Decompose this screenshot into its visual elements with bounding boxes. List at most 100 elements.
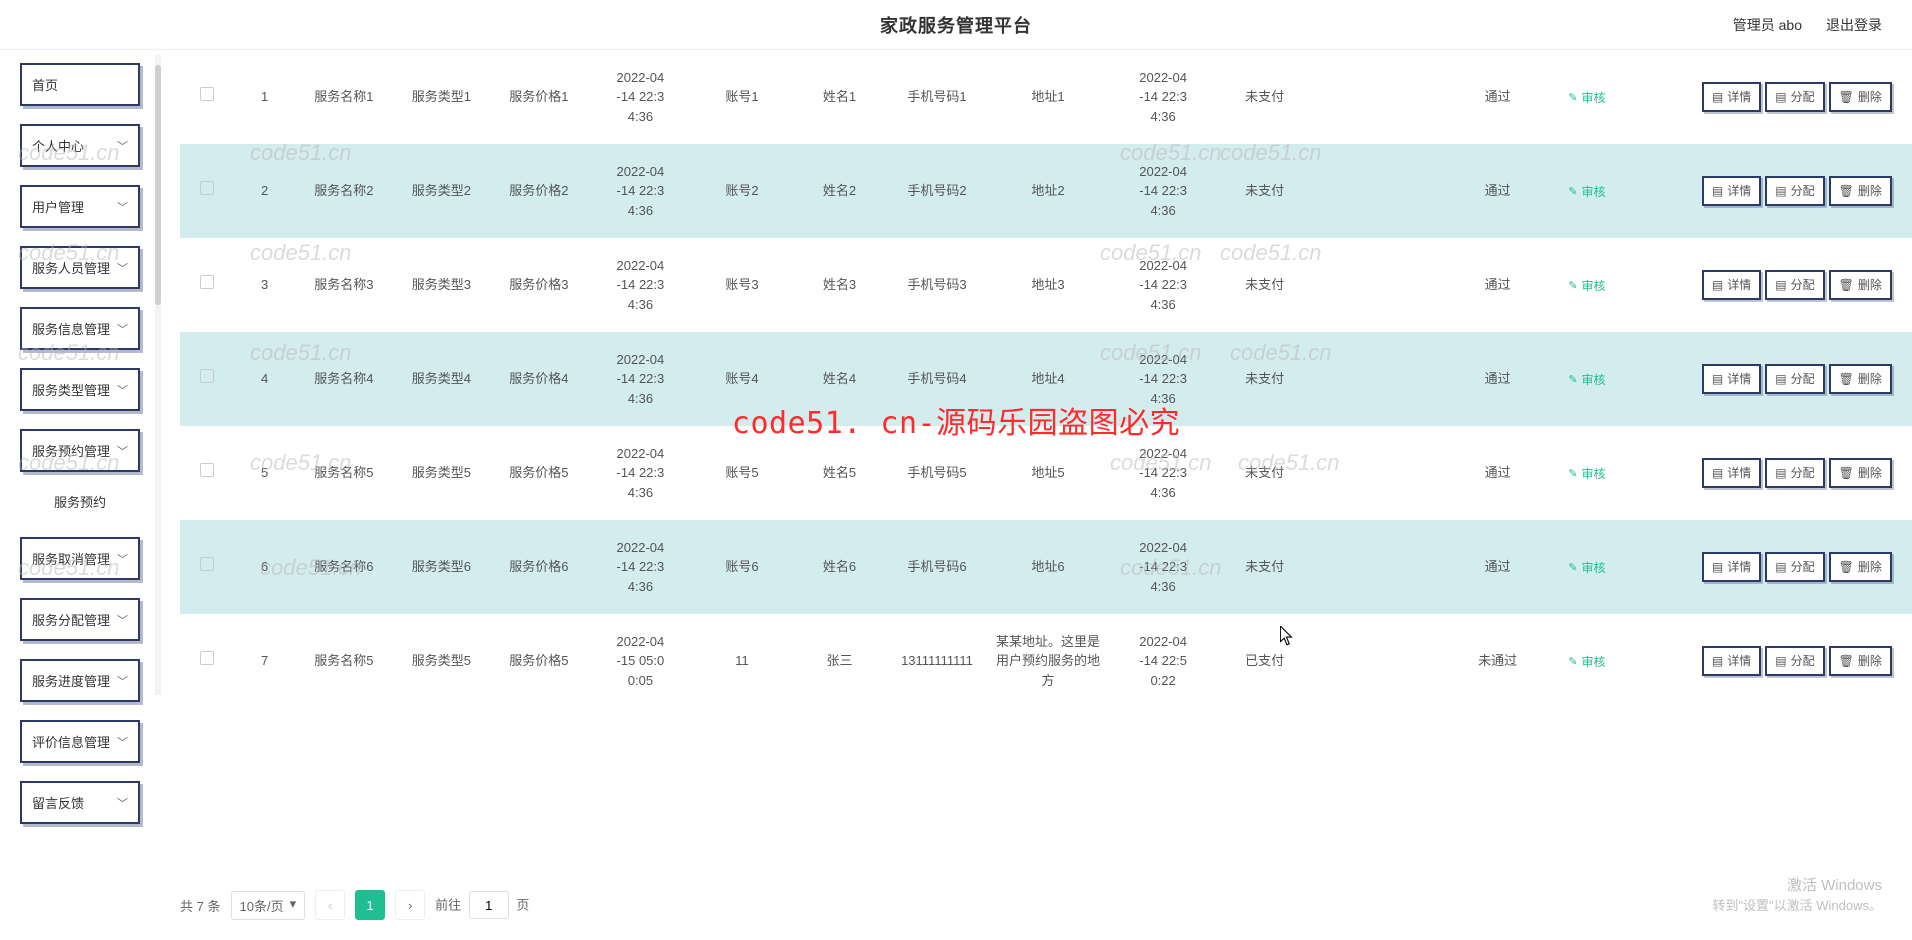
- row-checkbox[interactable]: [200, 463, 214, 477]
- checkbox-cell: [180, 332, 234, 426]
- audit-link[interactable]: ✎审核: [1568, 559, 1605, 577]
- sidebar-subitem[interactable]: 服务预约: [20, 484, 140, 519]
- sidebar-scrollbar[interactable]: [155, 55, 161, 695]
- trash-icon: 🗑: [1839, 370, 1854, 388]
- sidebar-item-0[interactable]: 首页: [20, 63, 140, 106]
- sidebar-item-1[interactable]: 个人中心﹀: [20, 124, 140, 167]
- list-icon: ▤: [1712, 652, 1723, 670]
- phone-cell: 手机号码2: [888, 144, 986, 238]
- delete-button[interactable]: 🗑删除: [1829, 82, 1892, 112]
- assign-button[interactable]: ▤分配: [1765, 176, 1824, 206]
- detail-button[interactable]: ▤详情: [1702, 176, 1761, 206]
- delete-button[interactable]: 🗑删除: [1829, 458, 1892, 488]
- detail-button[interactable]: ▤详情: [1702, 646, 1761, 676]
- sidebar-item-label: 服务取消管理: [32, 549, 110, 568]
- assign-button[interactable]: ▤分配: [1765, 270, 1824, 300]
- delete-button[interactable]: 🗑删除: [1829, 552, 1892, 582]
- user-label[interactable]: 管理员 abo: [1733, 15, 1802, 35]
- row-checkbox[interactable]: [200, 87, 214, 101]
- edit-icon: ✎: [1568, 654, 1577, 671]
- phone-cell: 手机号码5: [888, 426, 986, 520]
- delete-button[interactable]: 🗑删除: [1829, 364, 1892, 394]
- checkbox-cell: [180, 238, 234, 332]
- page-1-button[interactable]: 1: [355, 890, 385, 920]
- assign-button[interactable]: ▤分配: [1765, 364, 1824, 394]
- edit-icon: ✎: [1568, 278, 1577, 295]
- row-checkbox[interactable]: [200, 651, 214, 665]
- time1-cell: 2022-04 -15 05:0 0:05: [588, 614, 694, 708]
- prev-page-button[interactable]: ‹: [315, 890, 345, 920]
- service-name-cell: 服务名称4: [295, 332, 393, 426]
- list-icon: ▤: [1775, 370, 1786, 388]
- detail-button[interactable]: ▤详情: [1702, 458, 1761, 488]
- chevron-down-icon: ﹀: [117, 321, 128, 337]
- chevron-down-icon: ﹀: [117, 551, 128, 567]
- chevron-down-icon: ﹀: [117, 260, 128, 276]
- sidebar-item-5[interactable]: 服务类型管理﹀: [20, 368, 140, 411]
- assign-button[interactable]: ▤分配: [1765, 552, 1824, 582]
- assign-button[interactable]: ▤分配: [1765, 82, 1824, 112]
- account-cell: 账号1: [693, 50, 791, 144]
- audit-link[interactable]: ✎审核: [1568, 277, 1605, 295]
- header: 家政服务管理平台 管理员 abo 退出登录: [0, 0, 1912, 50]
- list-icon: ▤: [1712, 464, 1723, 482]
- account-cell: 账号3: [693, 238, 791, 332]
- assign-button[interactable]: ▤分配: [1765, 646, 1824, 676]
- pay-status-cell: 未支付: [1216, 50, 1314, 144]
- sidebar-item-2[interactable]: 用户管理﹀: [20, 185, 140, 228]
- action-cell: ▤详情▤分配🗑删除: [1682, 50, 1912, 144]
- delete-button[interactable]: 🗑删除: [1829, 176, 1892, 206]
- service-type-cell: 服务类型5: [393, 426, 491, 520]
- trash-icon: 🗑: [1839, 558, 1854, 576]
- sidebar-item-8[interactable]: 服务分配管理﹀: [20, 598, 140, 641]
- username-cell: 姓名3: [791, 238, 889, 332]
- sidebar-item-3[interactable]: 服务人员管理﹀: [20, 246, 140, 289]
- page-title: 家政服务管理平台: [880, 12, 1032, 38]
- sidebar-item-6[interactable]: 服务预约管理﹀: [20, 429, 140, 472]
- sidebar-item-label: 服务进度管理: [32, 671, 110, 690]
- sidebar-item-11[interactable]: 留言反馈﹀: [20, 781, 140, 824]
- goto-page-input[interactable]: [469, 891, 509, 919]
- assign-button[interactable]: ▤分配: [1765, 458, 1824, 488]
- next-page-button[interactable]: ›: [395, 890, 425, 920]
- audit-link[interactable]: ✎审核: [1568, 653, 1605, 671]
- row-checkbox[interactable]: [200, 275, 214, 289]
- sidebar-item-10[interactable]: 评价信息管理﹀: [20, 720, 140, 763]
- audit-link[interactable]: ✎审核: [1568, 183, 1605, 201]
- audit-link[interactable]: ✎审核: [1568, 465, 1605, 483]
- sidebar-item-9[interactable]: 服务进度管理﹀: [20, 659, 140, 702]
- checkbox-cell: [180, 144, 234, 238]
- detail-button[interactable]: ▤详情: [1702, 270, 1761, 300]
- account-cell: 11: [693, 614, 791, 708]
- action-cell: ▤详情▤分配🗑删除: [1682, 332, 1912, 426]
- empty-cell: [1313, 520, 1448, 614]
- empty-cell: [1313, 332, 1448, 426]
- page-size-select[interactable]: 10条/页 ▾: [231, 891, 306, 920]
- index-cell: 1: [234, 50, 295, 144]
- detail-button[interactable]: ▤详情: [1702, 552, 1761, 582]
- row-checkbox[interactable]: [200, 181, 214, 195]
- delete-button[interactable]: 🗑删除: [1829, 270, 1892, 300]
- sidebar-item-4[interactable]: 服务信息管理﹀: [20, 307, 140, 350]
- row-checkbox[interactable]: [200, 557, 214, 571]
- time1-cell: 2022-04 -14 22:3 4:36: [588, 520, 694, 614]
- audit-link[interactable]: ✎审核: [1568, 371, 1605, 389]
- audit-link[interactable]: ✎审核: [1568, 89, 1605, 107]
- table-row: 6服务名称6服务类型6服务价格62022-04 -14 22:3 4:36账号6…: [180, 520, 1912, 614]
- delete-button[interactable]: 🗑删除: [1829, 646, 1892, 676]
- spacer-cell: [1628, 238, 1682, 332]
- edit-icon: ✎: [1568, 560, 1577, 577]
- chevron-down-icon: ﹀: [117, 382, 128, 398]
- time2-cell: 2022-04 -14 22:3 4:36: [1110, 520, 1216, 614]
- sidebar-item-7[interactable]: 服务取消管理 ﹀: [20, 537, 140, 580]
- logout-link[interactable]: 退出登录: [1826, 15, 1882, 35]
- list-icon: ▤: [1775, 558, 1786, 576]
- detail-button[interactable]: ▤详情: [1702, 82, 1761, 112]
- address-cell: 地址4: [986, 332, 1111, 426]
- audit-cell: ✎审核: [1546, 144, 1627, 238]
- service-price-cell: 服务价格1: [490, 50, 588, 144]
- time2-cell: 2022-04 -14 22:3 4:36: [1110, 332, 1216, 426]
- username-cell: 姓名4: [791, 332, 889, 426]
- row-checkbox[interactable]: [200, 369, 214, 383]
- detail-button[interactable]: ▤详情: [1702, 364, 1761, 394]
